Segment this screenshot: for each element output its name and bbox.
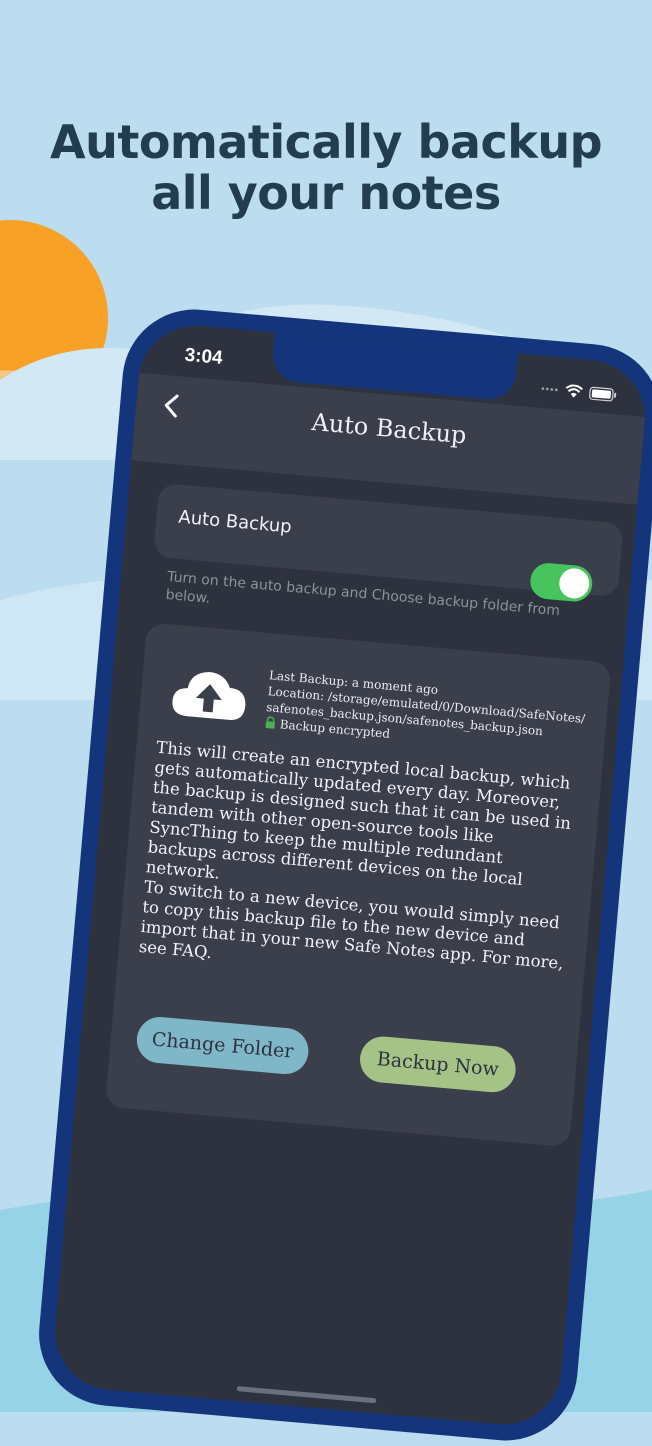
signal-icon: ••••: [540, 383, 560, 396]
backup-description: This will create an encrypted local back…: [138, 738, 582, 994]
headline: Automatically backup all your notes: [0, 114, 652, 220]
backup-now-button[interactable]: Backup Now: [358, 1034, 518, 1095]
wifi-icon: [565, 384, 583, 398]
cloud-upload-icon: [172, 671, 246, 720]
status-icons: ••••: [540, 382, 617, 403]
change-folder-button[interactable]: Change Folder: [134, 1015, 311, 1076]
battery-icon: [589, 386, 617, 402]
headline-line2: all your notes: [151, 165, 501, 220]
page-title: Auto Backup: [310, 407, 468, 450]
backup-info-card: Last Backup: a moment ago Location: /sto…: [104, 622, 612, 1148]
lock-icon: [265, 716, 275, 729]
auto-backup-toggle[interactable]: [528, 561, 594, 603]
status-time: 3:04: [183, 344, 224, 369]
backup-meta: Last Backup: a moment ago Location: /sto…: [264, 667, 598, 760]
phone-screen: 3:04 •••• Auto Backup Auto Backup Turn o…: [50, 320, 650, 1430]
phone-mockup: 3:04 •••• Auto Backup Auto Backup Turn o…: [33, 303, 652, 1446]
headline-line1: Automatically backup: [49, 114, 603, 169]
toggle-knob: [558, 567, 591, 600]
home-indicator[interactable]: [236, 1386, 377, 1404]
auto-backup-label: Auto Backup: [177, 506, 293, 538]
